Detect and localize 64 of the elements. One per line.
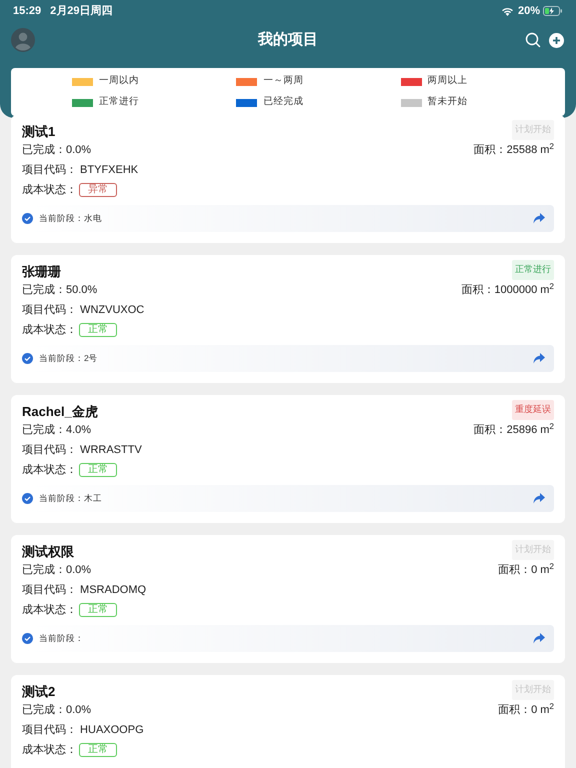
status-time: 15:29 (13, 4, 42, 19)
progress-text: 已完成：0.0% (22, 142, 92, 158)
page-title: 我的项目 (258, 30, 318, 50)
cost-label: 成本状态： (22, 182, 77, 198)
share-icon[interactable] (533, 633, 545, 644)
area-text: 面积：1000000 m$^{2}$ (461, 282, 554, 298)
stage-bar[interactable]: 当前阶段： (22, 625, 554, 652)
cost-label: 成本状态： (22, 602, 77, 618)
cost-label: 成本状态： (22, 742, 77, 758)
code-text: 项目代码： WRRASTTV (22, 442, 142, 458)
progress-text: 已完成：0.0% (22, 562, 92, 578)
stage-text: 当前阶段：木工 (39, 492, 102, 505)
stage-bar[interactable]: 当前阶段：2号 (22, 345, 554, 372)
search-icon[interactable] (525, 32, 541, 48)
battery-icon (543, 6, 563, 16)
cost-status-tag: 正常 (79, 603, 117, 617)
legend-label: 两周以上 (428, 74, 468, 88)
cost-status-tag: 正常 (79, 743, 117, 757)
project-name: 测试2 (22, 683, 56, 701)
add-icon[interactable] (549, 32, 564, 48)
check-icon (22, 353, 33, 364)
project-card[interactable]: Rachel_金虎 重度延误 已完成：4.0% 面积：25896 m$^{2}$ 项目代码： WRRASTTV 成本状态： 正常 当前阶段：木工 (11, 395, 565, 523)
cost-status-tag: 正常 (79, 463, 117, 477)
legend-label: 正常进行 (99, 95, 139, 110)
project-name: Rachel_金虎 (22, 403, 98, 421)
legend-label: 暂未开始 (428, 95, 468, 110)
project-name: 测试1 (22, 123, 56, 141)
status-date: 2月29日周四 (50, 4, 112, 19)
share-icon[interactable] (533, 353, 545, 364)
check-icon (22, 633, 33, 644)
code-text: 项目代码： BTYFXEHK (22, 162, 138, 178)
code-text: 项目代码： WNZVUXOC (22, 302, 144, 318)
cost-label: 成本状态： (22, 322, 77, 338)
status-tag: 重度延误 (512, 400, 554, 420)
area-text: 面积：0 m$^{2}$ (498, 702, 554, 718)
check-icon (22, 213, 33, 224)
stage-text: 当前阶段：水电 (39, 212, 102, 225)
wifi-icon (500, 6, 514, 16)
progress-text: 已完成：50.0% (22, 282, 98, 298)
stage-text: 当前阶段：2号 (39, 352, 98, 365)
project-card[interactable]: 张珊珊 正常进行 已完成：50.0% 面积：1000000 m$^{2}$ 项目代码： WNZVUXOC 成本状态： 正常 当前阶段：2号 (11, 255, 565, 383)
battery-percent: 20% (518, 4, 540, 19)
share-icon[interactable] (533, 493, 545, 504)
stage-text: 当前阶段： (39, 632, 84, 645)
progress-text: 已完成：4.0% (22, 422, 92, 438)
area-text: 面积：0 m$^{2}$ (498, 562, 554, 578)
cost-status-tag: 异常 (79, 183, 117, 197)
project-name: 张珊珊 (22, 263, 61, 281)
code-text: 项目代码： HUAXOOPG (22, 722, 144, 738)
code-text: 项目代码： MSRADOMQ (22, 582, 146, 598)
stage-bar[interactable]: 当前阶段：水电 (22, 205, 554, 232)
share-icon[interactable] (533, 213, 545, 224)
area-text: 面积：25896 m$^{2}$ (474, 422, 554, 438)
cost-label: 成本状态： (22, 462, 77, 478)
area-text: 面积：25588 m$^{2}$ (474, 142, 554, 158)
cost-status-tag: 正常 (79, 323, 117, 337)
project-name: 测试权限 (22, 543, 74, 561)
status-tag: 正常进行 (512, 260, 554, 280)
stage-bar[interactable]: 当前阶段：木工 (22, 485, 554, 512)
legend-label: 一周以内 (99, 74, 139, 88)
legend-label: 已经完成 (263, 95, 304, 110)
progress-text: 已完成：0.0% (22, 702, 92, 718)
legend-label: 一～两周 (263, 74, 304, 88)
check-icon (22, 493, 33, 504)
